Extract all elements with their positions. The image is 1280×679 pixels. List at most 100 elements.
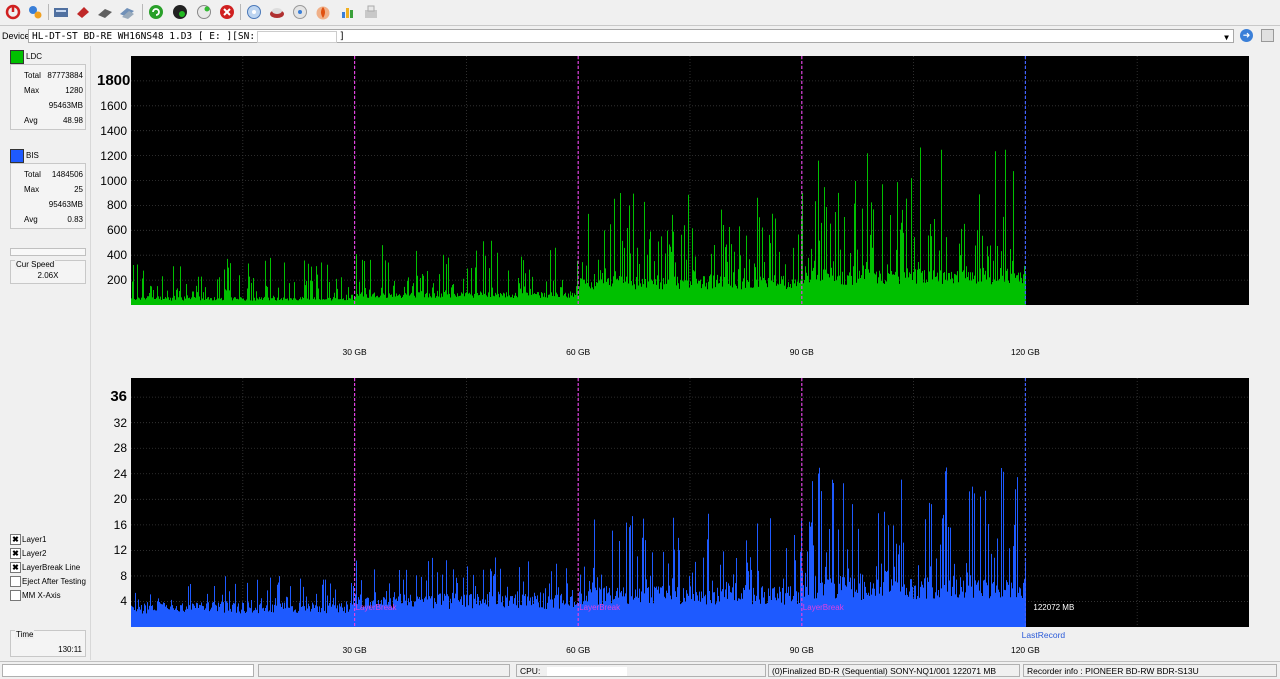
disc-info: (0)Finalized BD-R (Sequential) SONY-NQ1/… (768, 664, 1020, 677)
eject-after-testing-checkbox[interactable] (10, 576, 21, 587)
ldc-avg: 48.98 (62, 116, 83, 125)
y-tick-label: 32 (113, 415, 127, 430)
chart-icon[interactable] (339, 3, 357, 21)
progress-bar (10, 248, 86, 256)
y-tick-label: 1400 (100, 123, 127, 138)
x-tick-label: 60 GB (566, 347, 591, 357)
recorder-info: Recorder info : PIONEER BD-RW BDR-S13U (1023, 664, 1277, 677)
chevron-down-icon[interactable]: ▼ (1224, 31, 1229, 45)
status-progress (258, 664, 510, 677)
ldc-chart (131, 56, 1249, 305)
ldc-label: LDC (26, 52, 43, 61)
x-tick-label: 90 GB (789, 645, 814, 655)
device-value-end: ] (339, 31, 345, 42)
bis-max: 25 (74, 185, 83, 194)
cpu-label: CPU: (520, 666, 541, 676)
time-box: Time 130:11 (10, 630, 86, 657)
device-select[interactable]: HL-DT-ST BD-RE WH16NS48 1.D3 [ E: ][SN:]… (28, 29, 1234, 43)
layer-break-label: LayerBreak (803, 603, 845, 612)
y-tick-label: 16 (113, 517, 127, 532)
y-tick-label: 1800 (97, 71, 131, 89)
x-tick-label: 60 GB (566, 645, 591, 655)
y-tick-label: 4 (120, 594, 127, 609)
device-bar: Device: HL-DT-ST BD-RE WH16NS48 1.D3 [ E… (0, 27, 1280, 45)
x-tick-label: 120 GB (1010, 645, 1040, 655)
y-tick-label: 1000 (100, 173, 127, 188)
bis-mb: 95463MB (48, 200, 83, 209)
speed-box: Cur Speed 2.06X (10, 260, 86, 284)
bis-max-label: Max (24, 185, 40, 194)
drive-info-icon[interactable] (52, 3, 70, 21)
eject-after-testing-label: Eject After Testing (22, 577, 86, 586)
time-value: 130:11 (58, 645, 82, 654)
ldc-mb: 95463MB (48, 101, 83, 110)
layer2-label: Layer2 (22, 549, 47, 558)
flame-icon[interactable] (314, 3, 332, 21)
last-record-label: LastRecord (1021, 630, 1066, 640)
y-tick-label: 12 (113, 543, 127, 558)
bis-stats: Total 1484506 Max 25 95463MB Avg 0.83 (10, 163, 86, 229)
ldc-total: 87773884 (47, 71, 83, 80)
y-tick-label: 8 (120, 568, 127, 583)
power-icon[interactable] (4, 3, 22, 21)
status-message (2, 664, 254, 677)
ldc-stats: Total 87773884 Max 1280 95463MB Avg 48.9… (10, 64, 86, 130)
toolbar (0, 0, 1280, 26)
cpu-cell: CPU: (516, 664, 766, 677)
verify-icon[interactable] (291, 3, 309, 21)
start-icon[interactable] (171, 3, 189, 21)
y-tick-label: 1200 (100, 148, 127, 163)
mm-x-axis-label: MM X-Axis (22, 591, 61, 600)
y-tick-label: 1600 (100, 98, 127, 113)
bis-total: 1484506 (51, 170, 83, 179)
stop-icon[interactable] (218, 3, 236, 21)
options-icon[interactable] (26, 3, 44, 21)
x-tick-label: 30 GB (342, 645, 367, 655)
erase-icon[interactable] (74, 3, 92, 21)
time-label: Time (15, 630, 35, 639)
go-icon[interactable]: ➜ (1240, 29, 1253, 42)
save-disk-icon[interactable] (1261, 29, 1274, 42)
cpu-meter (546, 667, 627, 676)
layer1-label: Layer1 (22, 535, 47, 544)
device-value: HL-DT-ST BD-RE WH16NS48 1.D3 [ E: ][SN: (32, 31, 256, 42)
layer1-checkbox[interactable]: ✖ (10, 534, 21, 545)
refresh-icon[interactable] (147, 3, 165, 21)
save-icon[interactable] (362, 3, 380, 21)
y-tick-label: 28 (113, 441, 127, 456)
bis-color-swatch[interactable] (10, 149, 24, 163)
x-tick-label: 30 GB (342, 347, 367, 357)
y-tick-label: 20 (113, 492, 127, 507)
y-tick-label: 200 (106, 273, 127, 288)
left-panel: LDC Total 87773884 Max 1280 95463MB Avg … (0, 46, 91, 660)
status-bar: CPU: (0)Finalized BD-R (Sequential) SONY… (0, 661, 1280, 679)
eject-icon[interactable] (195, 3, 213, 21)
bis-chart-svg: LayerBreak LayerBreak LayerBreak 122072 MB (131, 378, 1249, 627)
y-tick-label: 36 (110, 388, 127, 406)
y-tick-label: 400 (106, 248, 127, 263)
bis-label: BIS (26, 151, 39, 160)
ldc-total-label: Total (24, 71, 41, 80)
ldc-color-swatch[interactable] (10, 50, 24, 64)
disc-icon[interactable] (96, 3, 114, 21)
layerbreak-line-label: LayerBreak Line (22, 563, 81, 572)
mm-x-axis-checkbox[interactable] (10, 590, 21, 601)
speed-value: 2.06X (37, 271, 59, 280)
y-tick-label: 24 (113, 466, 127, 481)
layer2-checkbox[interactable]: ✖ (10, 548, 21, 559)
speed-label: Cur Speed (15, 260, 56, 269)
x-tick-label: 90 GB (789, 347, 814, 357)
ldc-avg-label: Avg (24, 116, 38, 125)
ldc-max-label: Max (24, 86, 40, 95)
ldc-max: 1280 (65, 86, 83, 95)
end-mb-label: 122072 MB (1033, 603, 1074, 612)
x-tick-label: 120 GB (1010, 347, 1040, 357)
scan-icon[interactable] (245, 3, 263, 21)
bis-total-label: Total (24, 170, 41, 179)
burn-icon[interactable] (268, 3, 286, 21)
layer-break-label: LayerBreak (579, 603, 621, 612)
disc-copy-icon[interactable] (118, 3, 136, 21)
bis-chart: LayerBreak LayerBreak LayerBreak 122072 MB (131, 378, 1249, 627)
y-tick-label: 800 (106, 198, 127, 213)
layerbreak-line-checkbox[interactable]: ✖ (10, 562, 21, 573)
